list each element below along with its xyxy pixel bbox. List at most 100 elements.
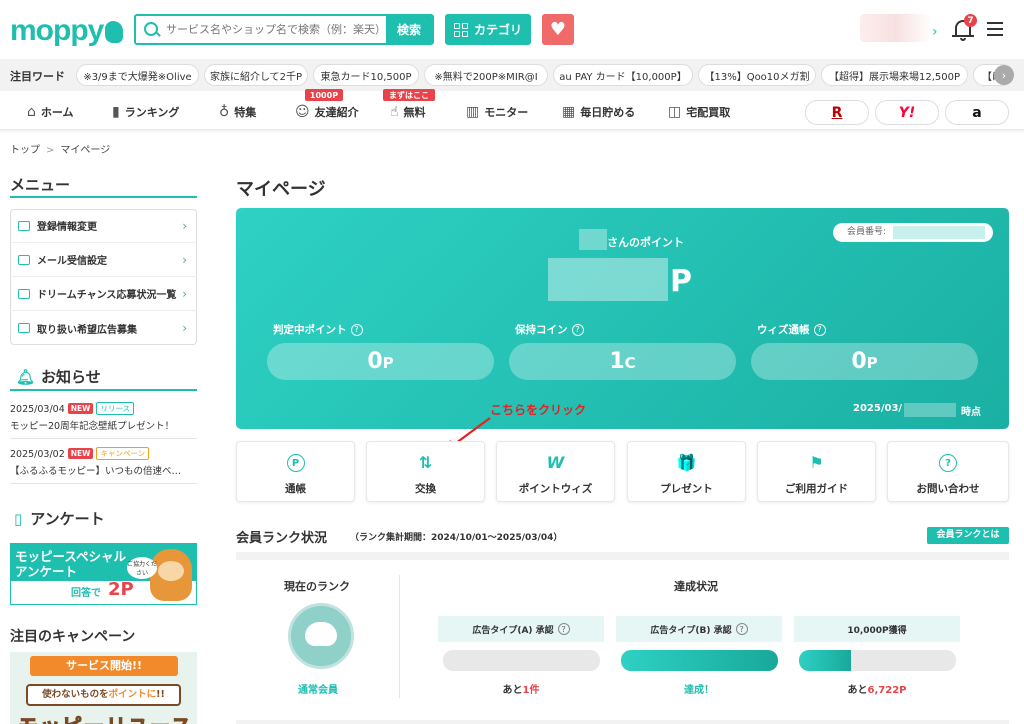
ranking-icon: ▮ bbox=[112, 104, 120, 120]
campaign-banner[interactable]: サービス開始!! 使わないものをポイントに!! モッピーリユース bbox=[10, 652, 197, 724]
tile-point-wiz[interactable]: W ポイントウィズ bbox=[496, 441, 615, 502]
medal-icon: ♁ bbox=[219, 104, 230, 120]
progress-fill bbox=[799, 650, 851, 671]
progress-bar-c bbox=[799, 650, 956, 671]
rank-about-button[interactable]: 会員ランクとは bbox=[927, 527, 1009, 544]
news-title: 【ふるふるモッピー】いつもの倍速ベ… bbox=[10, 466, 182, 477]
chat-icon bbox=[18, 323, 30, 333]
progress-bar-b bbox=[621, 650, 778, 671]
menu-heading: メニュー bbox=[10, 176, 71, 194]
help-icon[interactable]: ? bbox=[571, 323, 584, 336]
nav-home[interactable]: ⌂ ホーム bbox=[27, 101, 74, 123]
member-number: 会員番号: bbox=[833, 223, 993, 242]
tile-contact[interactable]: ? お問い合わせ bbox=[887, 441, 1009, 502]
campaign-tag: キャンペーン bbox=[96, 447, 150, 460]
member-number-redacted bbox=[893, 226, 985, 239]
menu-item-dream-chance[interactable]: ドリームチャンス応募状況一覧 › bbox=[10, 277, 197, 311]
survey-banner[interactable]: モッピースペシャル アンケート 回答で 2P ご協力ください bbox=[10, 543, 197, 605]
nav-ranking[interactable]: ▮ ランキング bbox=[112, 101, 179, 123]
nav-daily[interactable]: ▦ 毎日貯める bbox=[562, 101, 635, 123]
achievement-label: 達成状況 bbox=[674, 580, 718, 593]
campaign-heading: 注目のキャンペーン bbox=[10, 629, 136, 645]
news-divider bbox=[10, 438, 197, 439]
breadcrumb-separator-icon: > bbox=[46, 145, 55, 156]
breadcrumb-current: マイページ bbox=[60, 145, 111, 156]
building-icon: ▥ bbox=[466, 104, 480, 120]
tile-passbook[interactable]: P 通帳 bbox=[236, 441, 355, 502]
notification-bell-icon[interactable]: 7 bbox=[952, 14, 977, 42]
help-icon[interactable]: ? bbox=[350, 323, 363, 336]
speech-bubble: ご協力ください bbox=[127, 557, 157, 579]
search-input[interactable] bbox=[164, 16, 386, 43]
wiz-passbook-label: ウィズ通帳? bbox=[757, 322, 826, 337]
search-button[interactable]: 検索 bbox=[386, 16, 432, 43]
nav-feature[interactable]: ♁ 特集 bbox=[219, 101, 256, 123]
home-icon: ⌂ bbox=[27, 104, 36, 120]
breadcrumb-home[interactable]: トップ bbox=[10, 145, 40, 156]
calendar-icon: ▦ bbox=[562, 104, 576, 120]
logo-mascot-icon bbox=[105, 21, 124, 43]
help-icon[interactable]: ? bbox=[557, 623, 570, 635]
hamburger-menu-icon[interactable] bbox=[987, 22, 1003, 40]
keyword-chip[interactable]: 【13%】Qoo10メガ割 bbox=[698, 64, 816, 86]
nav-friend-referral[interactable]: ☺ 友達紹介 bbox=[295, 101, 359, 123]
amazon-link[interactable]: a bbox=[945, 100, 1009, 125]
achievement-result-b: 達成！ bbox=[684, 685, 714, 696]
menu-item-ad-request[interactable]: 取り扱い希望広告募集 › bbox=[10, 311, 197, 345]
news-item[interactable]: 2025/03/04 NEW リリース モッピー20周年記念壁紙プレゼント！ bbox=[10, 402, 174, 432]
menu-item-profile[interactable]: 登録情報変更 › bbox=[10, 209, 197, 243]
category-label: カテゴリ bbox=[473, 23, 522, 37]
notification-count-badge: 7 bbox=[964, 14, 977, 27]
rank-section-title: 会員ランク状況 bbox=[236, 531, 328, 546]
friend-referral-badge: 1000P bbox=[305, 89, 343, 101]
keyword-chip[interactable]: ※3/9まで大爆発※Olive bbox=[76, 64, 199, 86]
tile-present[interactable]: 🎁 プレゼント bbox=[627, 441, 746, 502]
favorites-heart-button[interactable]: ♥ bbox=[542, 14, 574, 45]
help-icon[interactable]: ? bbox=[735, 623, 748, 635]
squirrel-mascot-icon bbox=[150, 549, 192, 601]
flag-icon: ⚑ bbox=[809, 453, 824, 472]
click-here-annotation: こちらをクリック bbox=[490, 403, 587, 417]
hand-icon: ☝ bbox=[390, 104, 399, 120]
friends-icon: ☺ bbox=[295, 104, 310, 120]
help-icon[interactable]: ? bbox=[813, 323, 826, 336]
survey-heading: ▯ アンケート bbox=[14, 510, 105, 528]
points-owner-label: さんのポイント bbox=[607, 236, 684, 249]
tile-guide[interactable]: ⚑ ご利用ガイド bbox=[757, 441, 876, 502]
rakuten-link[interactable]: R bbox=[805, 100, 869, 125]
rank-divider bbox=[399, 575, 400, 698]
list-icon bbox=[18, 288, 30, 299]
progress-fill bbox=[621, 650, 778, 671]
wiz-w-icon: W bbox=[546, 453, 565, 472]
nav-free[interactable]: ☝ 無料 bbox=[390, 101, 426, 123]
clipboard-icon: ▯ bbox=[14, 510, 23, 528]
nav-buyback[interactable]: ◫ 宅配買取 bbox=[668, 101, 730, 123]
news-heading-rule bbox=[10, 389, 197, 391]
achievement-header-b: 広告タイプ(B) 承認? bbox=[616, 616, 782, 642]
yahoo-link[interactable]: Y! bbox=[875, 100, 939, 125]
keyword-chip[interactable]: 家族に紹介して2千P bbox=[204, 64, 308, 86]
current-rank-label: 現在のランク bbox=[284, 580, 350, 593]
points-value-redacted bbox=[548, 258, 668, 301]
nav-monitor[interactable]: ▥ モニター bbox=[466, 101, 528, 123]
keyword-chip[interactable]: au PAY カード【10,000P】 bbox=[553, 64, 693, 86]
user-name-redacted bbox=[579, 229, 607, 250]
user-name-redacted[interactable] bbox=[860, 14, 932, 42]
wiz-passbook-value: 0P bbox=[751, 343, 978, 380]
moppy-logo[interactable]: moppy bbox=[10, 14, 124, 48]
edit-icon bbox=[18, 220, 30, 231]
keyword-chip[interactable]: ※無料で200P※MIR@I bbox=[424, 64, 548, 86]
breadcrumb: トップ > マイページ bbox=[10, 141, 110, 156]
news-divider bbox=[10, 483, 197, 484]
new-badge: NEW bbox=[67, 403, 94, 414]
category-button[interactable]: カテゴリ bbox=[445, 14, 531, 45]
question-icon: ? bbox=[939, 454, 957, 472]
chevron-right-icon[interactable]: › bbox=[932, 24, 938, 40]
news-item[interactable]: 2025/03/02 NEW キャンペーン 【ふるふるモッピー】いつもの倍速ベ… bbox=[10, 447, 181, 477]
menu-item-mail-settings[interactable]: メール受信設定 › bbox=[10, 243, 197, 277]
keyword-scroll-right-icon[interactable]: › bbox=[994, 65, 1014, 85]
keyword-chip[interactable]: 【超得】展示場来場12,500P bbox=[821, 64, 968, 86]
keyword-chip[interactable]: 東急カード10,500P bbox=[313, 64, 419, 86]
rank-period: （ランク集計期間：2024/10/01〜2025/03/04） bbox=[350, 533, 563, 543]
tile-exchange[interactable]: ⇅ 交換 bbox=[366, 441, 485, 502]
